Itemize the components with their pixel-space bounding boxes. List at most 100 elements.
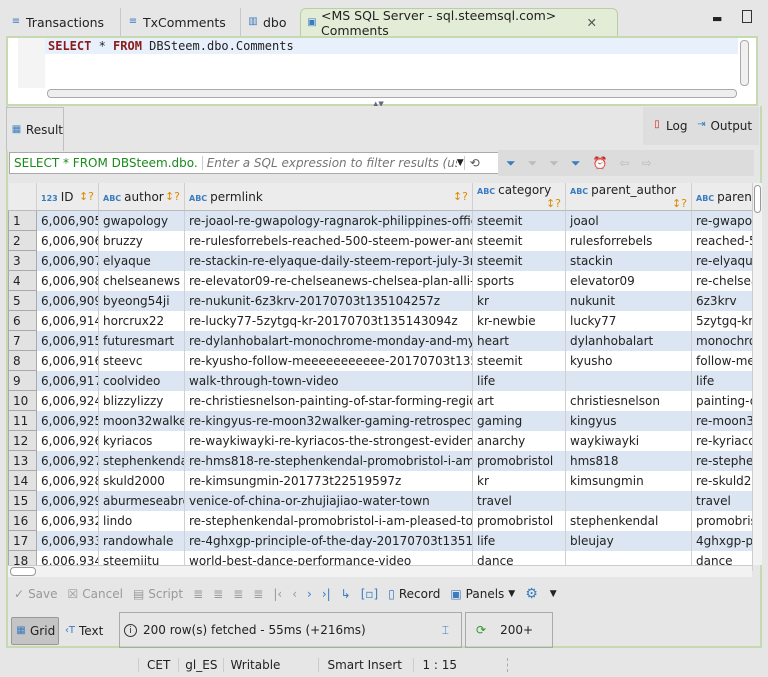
first-page-icon[interactable]: |‹	[273, 587, 282, 601]
tab-dbo[interactable]: ▥ dbo	[240, 8, 293, 36]
row-number[interactable]: 14	[8, 470, 37, 491]
category-cell[interactable]: kr	[472, 470, 566, 491]
copy-status-icon[interactable]: ⌶	[442, 623, 449, 638]
id-cell[interactable]: 6,006,908	[36, 270, 99, 291]
category-cell[interactable]: gaming	[472, 410, 566, 431]
permlink-cell[interactable]: re-elevator09-re-chelseanews-chelsea-pla…	[184, 270, 473, 291]
parent-cell[interactable]: re-kyriaco	[691, 430, 753, 451]
permlink-cell[interactable]: re-kingyus-re-moon32walker-gaming-retros…	[184, 410, 473, 431]
save-button[interactable]: ✓ Save	[14, 587, 58, 601]
author-cell[interactable]: gwapology	[98, 210, 185, 231]
tab-txcomments[interactable]: ≡ TxComments	[120, 8, 232, 36]
column-header-parent[interactable]: ABCparent	[691, 183, 753, 211]
delete-row-icon[interactable]: ≣	[253, 587, 263, 601]
row-number[interactable]: 3	[8, 250, 37, 271]
parent-cell[interactable]: travel	[691, 490, 753, 511]
permlink-cell[interactable]: re-christiesnelson-painting-of-star-form…	[184, 390, 473, 411]
author-cell[interactable]: coolvideo	[98, 370, 185, 391]
tab-result[interactable]: ▦ Result	[6, 107, 64, 151]
panels-button[interactable]: ▣ Panels ▼	[450, 587, 515, 601]
author-cell[interactable]: aburmeseabro	[98, 490, 185, 511]
permlink-cell[interactable]: re-rulesforrebels-reached-500-steem-powe…	[184, 230, 473, 251]
id-cell[interactable]: 6,006,907	[36, 250, 99, 271]
parent-author-cell[interactable]: kimsungmin	[565, 470, 692, 491]
id-cell[interactable]: 6,006,906	[36, 230, 99, 251]
parent-author-cell[interactable]: kingyus	[565, 410, 692, 431]
id-cell[interactable]: 6,006,932	[36, 510, 99, 531]
row-number[interactable]: 1	[8, 210, 37, 231]
parent-author-cell[interactable]: stackin	[565, 250, 692, 271]
filter-input[interactable]	[201, 156, 457, 170]
settings-button[interactable]: ⚙ ▼	[525, 586, 556, 602]
permlink-cell[interactable]: re-lucky77-5zytgq-kr-20170703t135143094z	[184, 310, 473, 331]
parent-cell[interactable]: 6z3krv	[691, 290, 753, 311]
column-header-category[interactable]: ABC category ↕?	[472, 183, 566, 211]
author-cell[interactable]: futuresmart	[98, 330, 185, 351]
tab-transactions[interactable]: ≡ Transactions	[4, 8, 110, 36]
permlink-cell[interactable]: re-hms818-re-stephenkendal-promobristol-…	[184, 450, 473, 471]
parent-author-cell[interactable]: kyusho	[565, 350, 692, 371]
permlink-cell[interactable]: re-dylanhobalart-monochrome-monday-and-m…	[184, 330, 473, 351]
id-cell[interactable]: 6,006,924	[36, 390, 99, 411]
table-row[interactable]: 4 6,006,908 chelseanews re-elevator09-re-ch…	[8, 270, 753, 291]
table-row[interactable]: 8 6,006,916 steevc re-kyusho-follow-meeeeee…	[8, 350, 753, 371]
author-cell[interactable]: skuld2000	[98, 470, 185, 491]
author-cell[interactable]: randowhale	[98, 530, 185, 551]
parent-cell[interactable]: follow-me	[691, 350, 753, 371]
sort-icon[interactable]: ↕?	[672, 197, 687, 210]
parent-cell[interactable]: re-moon3	[691, 410, 753, 431]
row-number[interactable]: 16	[8, 510, 37, 531]
tab-comments-console[interactable]: ▣ <MS SQL Server - sql.steemsql.com> Comm…	[300, 8, 618, 38]
parent-cell[interactable]: re-gwapol	[691, 210, 753, 231]
results-grid[interactable]: 123 ID ↕? ABC author ↕? ABC permlink ↕? ABC cat…	[8, 183, 753, 571]
table-row[interactable]: 3 6,006,907 elyaque re-stackin-re-elyaque-d…	[8, 250, 753, 271]
record-button[interactable]: ▯ Record	[388, 587, 440, 601]
id-cell[interactable]: 6,006,926	[36, 430, 99, 451]
parent-author-cell[interactable]: lucky77	[565, 310, 692, 331]
author-cell[interactable]: stephenkendal	[98, 450, 185, 471]
row-number[interactable]: 15	[8, 490, 37, 511]
refresh-icon[interactable]: ⟲	[463, 156, 485, 170]
permlink-cell[interactable]: re-stackin-re-elyaque-daily-steem-report…	[184, 250, 473, 271]
filter-clear-icon[interactable]: ⏷	[528, 156, 538, 171]
cancel-button[interactable]: ☒ Cancel	[68, 587, 123, 601]
parent-cell[interactable]: 5zytgq-kr	[691, 310, 753, 331]
table-row[interactable]: 1 6,006,905 gwapology re-joaol-re-gwapology…	[8, 210, 753, 231]
table-row[interactable]: 15 6,006,929 aburmeseabro venice-of-china-o…	[8, 490, 753, 511]
parent-author-cell[interactable]: rulesforrebels	[565, 230, 692, 251]
row-number[interactable]: 9	[8, 370, 37, 391]
filter-save-icon[interactable]: ⏷	[549, 156, 559, 171]
category-cell[interactable]: travel	[472, 490, 566, 511]
chevron-down-icon[interactable]: ▼	[457, 158, 464, 168]
id-cell[interactable]: 6,006,914	[36, 310, 99, 331]
next-page-icon[interactable]: ›	[307, 587, 312, 601]
parent-cell[interactable]: re-stephe	[691, 450, 753, 471]
table-row[interactable]: 11 6,006,925 moon32walker re-kingyus-re-moo…	[8, 410, 753, 431]
editor-hscrollbar[interactable]	[47, 89, 737, 98]
script-button[interactable]: ▤ Script	[133, 587, 183, 601]
category-cell[interactable]: life	[472, 370, 566, 391]
column-header-parent-author[interactable]: ABC parent_author ↕?	[565, 183, 692, 211]
grid-hscrollbar[interactable]	[8, 565, 752, 577]
category-cell[interactable]: kr-newbie	[472, 310, 566, 331]
id-cell[interactable]: 6,006,928	[36, 470, 99, 491]
permlink-cell[interactable]: walk-through-town-video	[184, 370, 473, 391]
sort-icon[interactable]: ↕?	[453, 190, 468, 203]
maximize-icon[interactable]	[742, 10, 752, 23]
parent-cell[interactable]: reached-5	[691, 230, 753, 251]
parent-author-cell[interactable]: bleujay	[565, 530, 692, 551]
parent-cell[interactable]: re-elyaque	[691, 250, 753, 271]
forward-icon[interactable]: ⇨	[641, 156, 651, 170]
category-cell[interactable]: kr	[472, 290, 566, 311]
filter-icon[interactable]: ⏷	[571, 156, 581, 171]
export-icon[interactable]: ↳	[341, 587, 351, 601]
table-row[interactable]: 5 6,006,909 byeong54ji re-nukunit-6z3krv-20…	[8, 290, 753, 311]
author-cell[interactable]: chelseanews	[98, 270, 185, 291]
parent-cell[interactable]: life	[691, 370, 753, 391]
row-number[interactable]: 6	[8, 310, 37, 331]
permlink-cell[interactable]: re-kimsungmin-201773t22519597z	[184, 470, 473, 491]
category-cell[interactable]: steemit	[472, 230, 566, 251]
permlink-cell[interactable]: venice-of-china-or-zhujiajiao-water-town	[184, 490, 473, 511]
sort-icon[interactable]: ↕?	[165, 190, 180, 203]
category-cell[interactable]: heart	[472, 330, 566, 351]
